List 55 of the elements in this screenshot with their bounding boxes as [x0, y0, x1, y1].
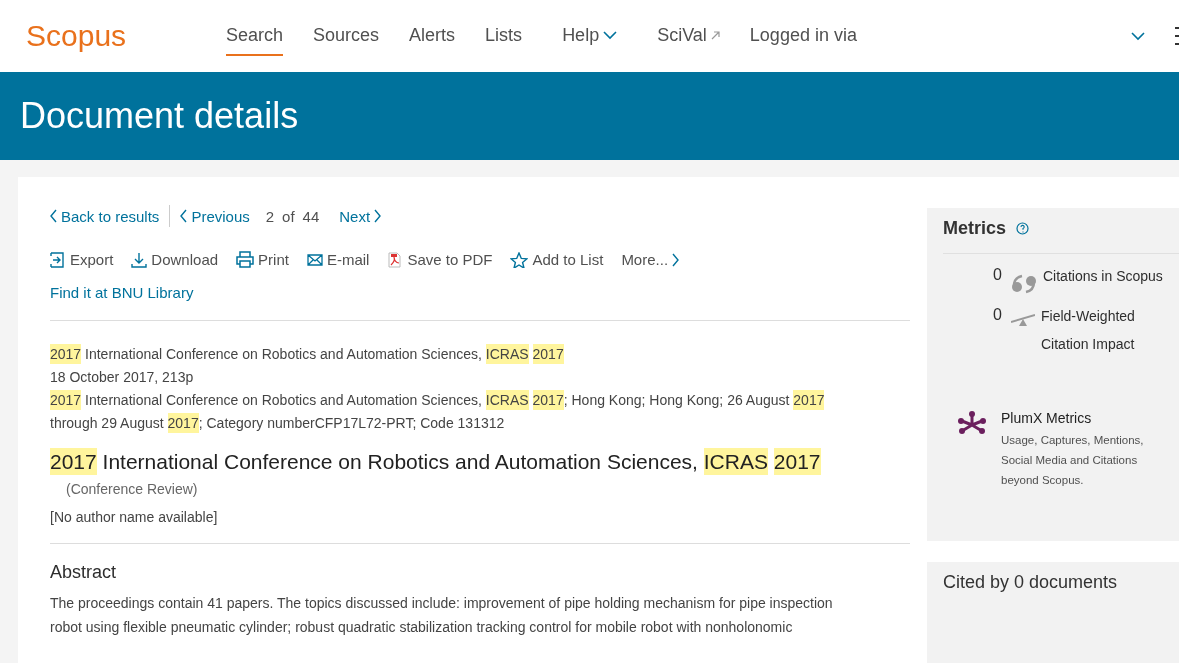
- chevron-left-icon: [180, 209, 188, 223]
- abstract-heading: Abstract: [50, 562, 118, 583]
- action-link[interactable]: Save to PDF: [387, 251, 493, 268]
- metric-label: Citations in Scopus: [1043, 267, 1163, 286]
- document-title: 2017 International Conference on Robotics and Automation Sciences, ICRAS 2017: [50, 447, 822, 477]
- envelope-icon: [306, 251, 323, 268]
- plumx-description: Usage, Captures, Mentions, Social Media and Citations beyond Scopus.: [1001, 433, 1145, 488]
- previous-link[interactable]: Previous: [180, 207, 250, 225]
- chevron-right-icon: [374, 209, 382, 223]
- source-info: 2017 International Conference on Robotics and Automation Sciences, ICRAS 2017; Hong Kong; Hong Kong; 26 August 2017 through 29 August 2017; Category numberCFP17L72-PRT; Code 131312: [50, 389, 826, 435]
- caret-icon: [603, 30, 618, 40]
- nav-link[interactable]: SciVal: [657, 16, 720, 56]
- next-link[interactable]: Next: [339, 207, 382, 225]
- chevron-right-icon: [672, 252, 680, 267]
- document-type: (Conference Review): [66, 481, 199, 497]
- page-total: 44: [302, 207, 320, 225]
- source-info: 18 October 2017, 213p: [50, 368, 195, 387]
- action-link[interactable]: Download: [131, 251, 219, 268]
- nav-link[interactable]: Help: [562, 16, 618, 56]
- author-info: [No author name available]: [50, 509, 219, 525]
- library-link[interactable]: Find it at BNU Library: [50, 284, 194, 301]
- nav-link[interactable]: Logged in via: [749, 16, 857, 56]
- action-link[interactable]: Print: [236, 251, 289, 268]
- abstract-text: The proceedings contain 41 papers. The topics discussed include: improvement of pipe holding mechanism for pipe inspection robot using flexible pneumatic cylinder; robust quadratic stabilization tracking control for mobile robot with nonholonomic: [50, 594, 834, 637]
- nav-link[interactable]: Search: [226, 16, 284, 56]
- seesaw-icon: [1011, 314, 1035, 326]
- page-number: 2: [265, 207, 275, 225]
- metric-value: 0: [993, 306, 1003, 324]
- page-of-label: of: [282, 207, 295, 225]
- menu-icon: [1175, 27, 1179, 45]
- download-icon: [131, 251, 148, 268]
- action-link[interactable]: E-mail: [306, 251, 370, 268]
- nav-link[interactable]: Lists: [485, 16, 523, 56]
- plumx-title[interactable]: PlumX Metrics: [1001, 410, 1161, 426]
- action-link[interactable]: More...: [621, 251, 680, 268]
- quote-icon: [1011, 274, 1037, 294]
- help-icon: [1016, 222, 1030, 235]
- action-link[interactable]: Export: [50, 251, 114, 268]
- cited-by-heading: Cited by 0 documents: [943, 572, 1119, 593]
- action-link[interactable]: Add to List: [510, 251, 604, 268]
- printer-icon: [236, 251, 255, 268]
- export-icon: [50, 251, 66, 268]
- metrics-heading: Metrics: [943, 218, 1007, 239]
- metric-value: 0: [993, 266, 1003, 284]
- page-title: Document details: [20, 95, 299, 137]
- pdf-file-icon: [387, 251, 404, 268]
- chevron-left-icon: [50, 209, 57, 223]
- external-link-icon: [710, 30, 720, 40]
- metric-label: Field-Weighted Citation Impact: [1041, 307, 1136, 354]
- nav-link[interactable]: Sources: [313, 16, 380, 56]
- source-info: 2017 International Conference on Robotics and Automation Sciences, ICRAS 2017: [50, 343, 565, 366]
- star-icon: [510, 251, 529, 268]
- caret-icon: [1131, 31, 1145, 41]
- nav-link[interactable]: Alerts: [409, 16, 456, 56]
- back-to-results-link[interactable]: Back to results: [50, 207, 160, 225]
